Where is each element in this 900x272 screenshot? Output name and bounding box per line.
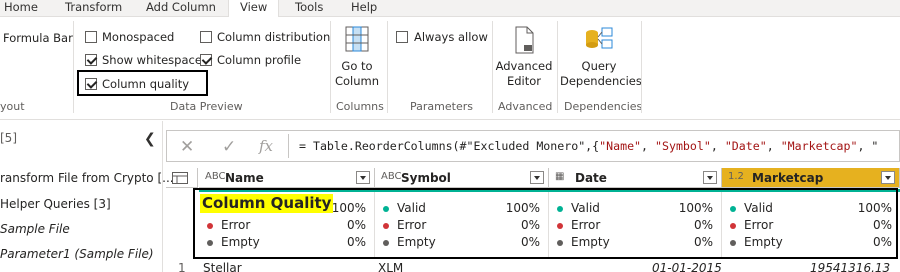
table-cell-symbol[interactable]: XLM	[378, 261, 403, 272]
decimal-type-icon[interactable]: 1.2	[728, 171, 744, 182]
formula-input[interactable]: = Table.ReorderColumns(#"Excluded Monero…	[299, 139, 878, 153]
filter-dropdown-icon[interactable]	[703, 171, 717, 184]
table-corner-menu[interactable]	[166, 168, 198, 188]
go-to-column-button[interactable]: Go to Column	[332, 25, 382, 89]
date-type-icon[interactable]: ▦	[555, 171, 564, 182]
column-profile-checkbox[interactable]	[200, 54, 212, 66]
row-index[interactable]: 1	[178, 261, 186, 272]
always-allow-label: Always allow	[414, 30, 488, 44]
advanced-group-label: Advanced	[498, 100, 553, 113]
text-type-icon[interactable]: ABC	[205, 171, 226, 182]
filter-dropdown-icon[interactable]	[530, 171, 544, 184]
fx-icon[interactable]: fx	[259, 137, 273, 155]
ribbon: Formula Bar yout Monospaced Show whitesp…	[0, 17, 900, 120]
formula-bar: ✕ ✓ fx = Table.ReorderColumns(#"Excluded…	[166, 130, 900, 162]
ribbon-separator	[387, 21, 388, 113]
query-dependencies-icon	[586, 27, 613, 49]
nav-item-sample-file[interactable]: Sample File	[0, 222, 70, 236]
table-cell-date[interactable]: 01-01-2015	[652, 261, 722, 272]
columns-group-label: Columns	[336, 100, 384, 113]
column-distribution-checkbox[interactable]	[200, 31, 212, 43]
commit-icon[interactable]: ✓	[222, 137, 236, 157]
collapse-pane-icon[interactable]: ❮	[144, 131, 156, 147]
column-header-name[interactable]: ABC Name	[199, 168, 375, 188]
column-header-marketcap[interactable]: 1.2 Marketcap	[722, 168, 900, 188]
document-icon	[515, 26, 534, 54]
advanced-editor-button[interactable]: Advanced Editor	[494, 25, 554, 89]
ribbon-separator	[492, 21, 493, 113]
show-whitespace-label: Show whitespace	[102, 53, 202, 67]
nav-item-transform-file[interactable]: ransform File from Crypto [...	[0, 171, 174, 185]
filter-dropdown-icon[interactable]	[356, 171, 370, 184]
show-whitespace-checkbox[interactable]	[85, 54, 97, 66]
cancel-icon[interactable]: ✕	[180, 137, 194, 157]
monospaced-label: Monospaced	[102, 30, 175, 44]
table-cell-marketcap[interactable]: 19541316.13	[810, 261, 890, 272]
menu-bar: Home Transform Add Column View Tools Hel…	[0, 0, 900, 18]
tab-add-column[interactable]: Add Column	[146, 0, 216, 17]
ribbon-separator	[557, 21, 558, 113]
filter-dropdown-icon[interactable]	[881, 171, 895, 184]
table-icon	[172, 172, 188, 184]
column-quality-highlight-box	[77, 70, 208, 96]
go-to-column-icon	[345, 26, 369, 52]
nav-item-helper-queries[interactable]: Helper Queries [3]	[0, 197, 111, 211]
dependencies-group-label: Dependencies	[564, 100, 643, 113]
tab-transform[interactable]: Transform	[65, 0, 122, 17]
ribbon-separator	[641, 21, 642, 113]
formula-separator	[288, 134, 289, 158]
parameters-group-label: Parameters	[410, 100, 473, 113]
column-profile-label: Column profile	[217, 53, 302, 67]
tab-view[interactable]: View	[228, 0, 280, 18]
tab-home[interactable]: Home	[4, 0, 38, 17]
text-type-icon[interactable]: ABC	[381, 171, 402, 182]
queries-count: [5]	[0, 131, 17, 145]
always-allow-checkbox[interactable]	[396, 31, 408, 43]
column-header-date[interactable]: ▦ Date	[549, 168, 722, 188]
column-quality-annotation-box	[193, 188, 898, 259]
query-dependencies-button[interactable]: Query Dependencies	[560, 25, 642, 89]
monospaced-checkbox[interactable]	[85, 31, 97, 43]
tab-tools[interactable]: Tools	[295, 0, 323, 17]
table-cell-name[interactable]: Stellar	[203, 261, 242, 272]
column-header-symbol[interactable]: ABC Symbol	[375, 168, 549, 188]
nav-item-parameter1[interactable]: Parameter1 (Sample File)	[0, 247, 154, 261]
queries-pane: [5] ❮ ransform File from Crypto [... Hel…	[0, 121, 174, 272]
ribbon-separator	[330, 21, 331, 113]
data-preview-group-label: Data Preview	[170, 100, 243, 113]
formula-bar-toggle[interactable]: Formula Bar	[3, 31, 73, 45]
column-distribution-label: Column distribution	[217, 30, 331, 44]
tab-help[interactable]: Help	[351, 0, 377, 17]
ribbon-separator	[73, 21, 74, 113]
layout-group-label: yout	[0, 100, 25, 113]
